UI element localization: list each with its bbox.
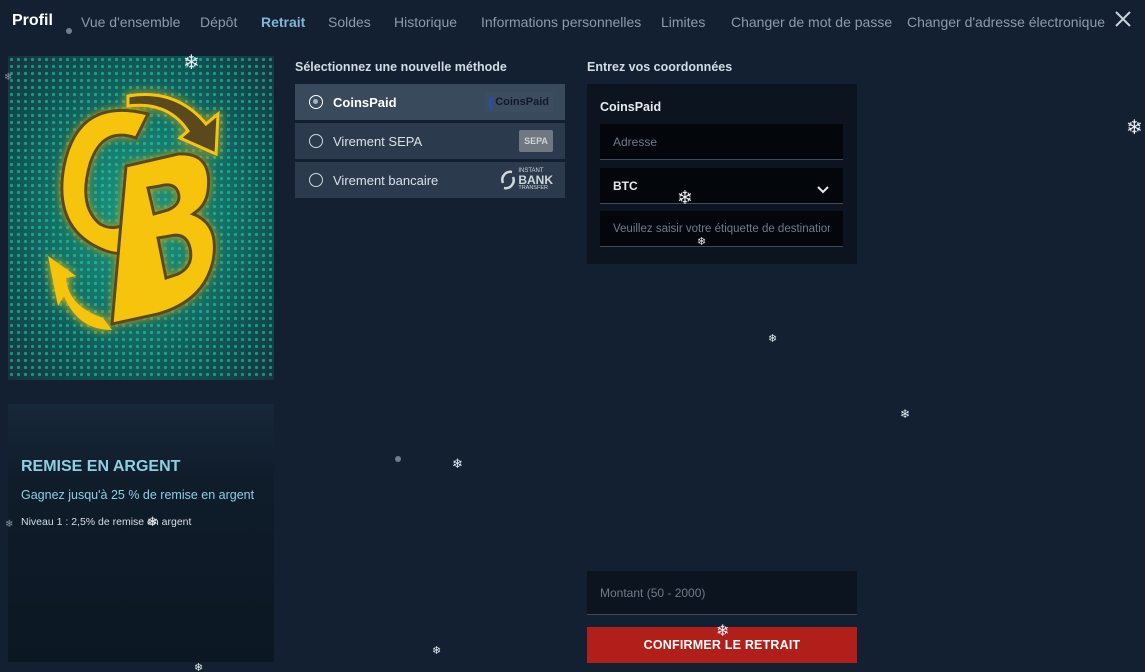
method-name: Virement SEPA	[333, 134, 423, 149]
snowflake-icon: ❄	[452, 456, 463, 471]
radio-button[interactable]	[309, 134, 323, 148]
tab-limits[interactable]: Limites	[661, 14, 705, 30]
method-option-sepa[interactable]: Virement SEPA SEPA	[295, 123, 565, 159]
tab-deposit[interactable]: Dépôt	[200, 14, 237, 30]
snowflake-icon: ❄	[768, 333, 778, 345]
tab-overview[interactable]: Vue d'ensemble	[81, 14, 180, 30]
method-section-label: Sélectionnez une nouvelle méthode	[295, 60, 507, 74]
confirm-withdrawal-button[interactable]: CONFIRMER LE RETRAIT	[587, 627, 857, 663]
tab-balances[interactable]: Soldes	[328, 14, 371, 30]
cashback-card: REMISE EN ARGENT Gagnez jusqu'à 25 % de …	[8, 404, 274, 662]
tab-personal-info[interactable]: Informations personnelles	[481, 14, 641, 30]
destination-tag-input[interactable]	[600, 211, 843, 247]
cashback-level: Niveau 1 : 2,5% de remise en argent	[21, 516, 192, 528]
cashback-subtitle: Gagnez jusqu'à 25 % de remise en argent	[21, 488, 255, 502]
page-title: Profil	[12, 12, 53, 29]
tab-history[interactable]: Historique	[394, 14, 457, 30]
snowflake-icon: ❄	[900, 407, 911, 421]
tab-change-password[interactable]: Changer de mot de passe	[731, 14, 892, 30]
method-name: Virement bancaire	[333, 173, 439, 188]
instant-bank-transfer-logo-icon: INSTANT BANK TRANSFER	[500, 167, 553, 193]
close-icon[interactable]	[1113, 9, 1133, 29]
cashback-heading: REMISE EN ARGENT	[21, 458, 181, 475]
provider-name: CoinsPaid	[600, 100, 662, 114]
snowflake-icon: ❄	[194, 662, 204, 672]
address-input[interactable]	[600, 124, 843, 160]
radio-button[interactable]	[309, 173, 323, 187]
cashback-promo-image	[8, 56, 274, 380]
currency-value: BTC	[613, 179, 638, 193]
radio-button[interactable]	[309, 95, 323, 109]
method-name: CoinsPaid	[333, 95, 397, 110]
top-navigation: Profil Vue d'ensemble Dépôt Retrait Sold…	[0, 0, 1145, 42]
tab-change-email[interactable]: Changer d'adresse électronique	[907, 14, 1105, 30]
chevron-down-icon	[817, 181, 829, 199]
cb-logo-icon	[48, 93, 220, 330]
amount-input[interactable]	[587, 571, 857, 615]
snow-dot	[66, 28, 72, 34]
method-option-coinspaid[interactable]: CoinsPaid (CoinsPaid	[295, 84, 565, 120]
details-panel: CoinsPaid BTC	[587, 84, 857, 264]
tab-withdrawal[interactable]: Retrait	[261, 14, 305, 30]
snow-dot	[395, 456, 401, 462]
method-option-bank-transfer[interactable]: Virement bancaire INSTANT BANK TRANSFER	[295, 162, 565, 198]
sepa-logo-icon: SEPA	[519, 128, 553, 154]
coinspaid-logo-icon: (CoinsPaid	[484, 89, 553, 115]
details-section-label: Entrez vos coordonnées	[587, 60, 733, 74]
snowflake-icon: ❄	[1126, 117, 1143, 139]
currency-select[interactable]: BTC	[600, 168, 843, 204]
snowflake-icon: ❄	[432, 645, 442, 657]
